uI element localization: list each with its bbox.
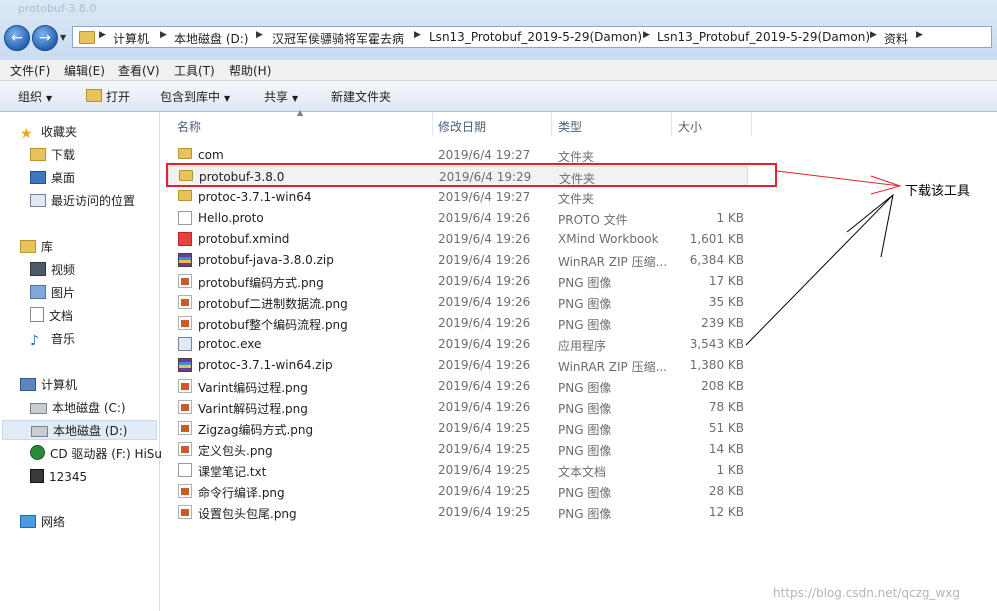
black-arrow-head [846, 193, 894, 258]
black-arrow-line [745, 194, 894, 346]
red-arrow-line [776, 170, 901, 187]
watermark: https://blog.csdn.net/qczg_wxg [773, 586, 961, 600]
annotation-label: 下载该工具 [905, 184, 971, 199]
red-arrow-head [870, 175, 902, 195]
annotation-arrows [745, 170, 902, 346]
